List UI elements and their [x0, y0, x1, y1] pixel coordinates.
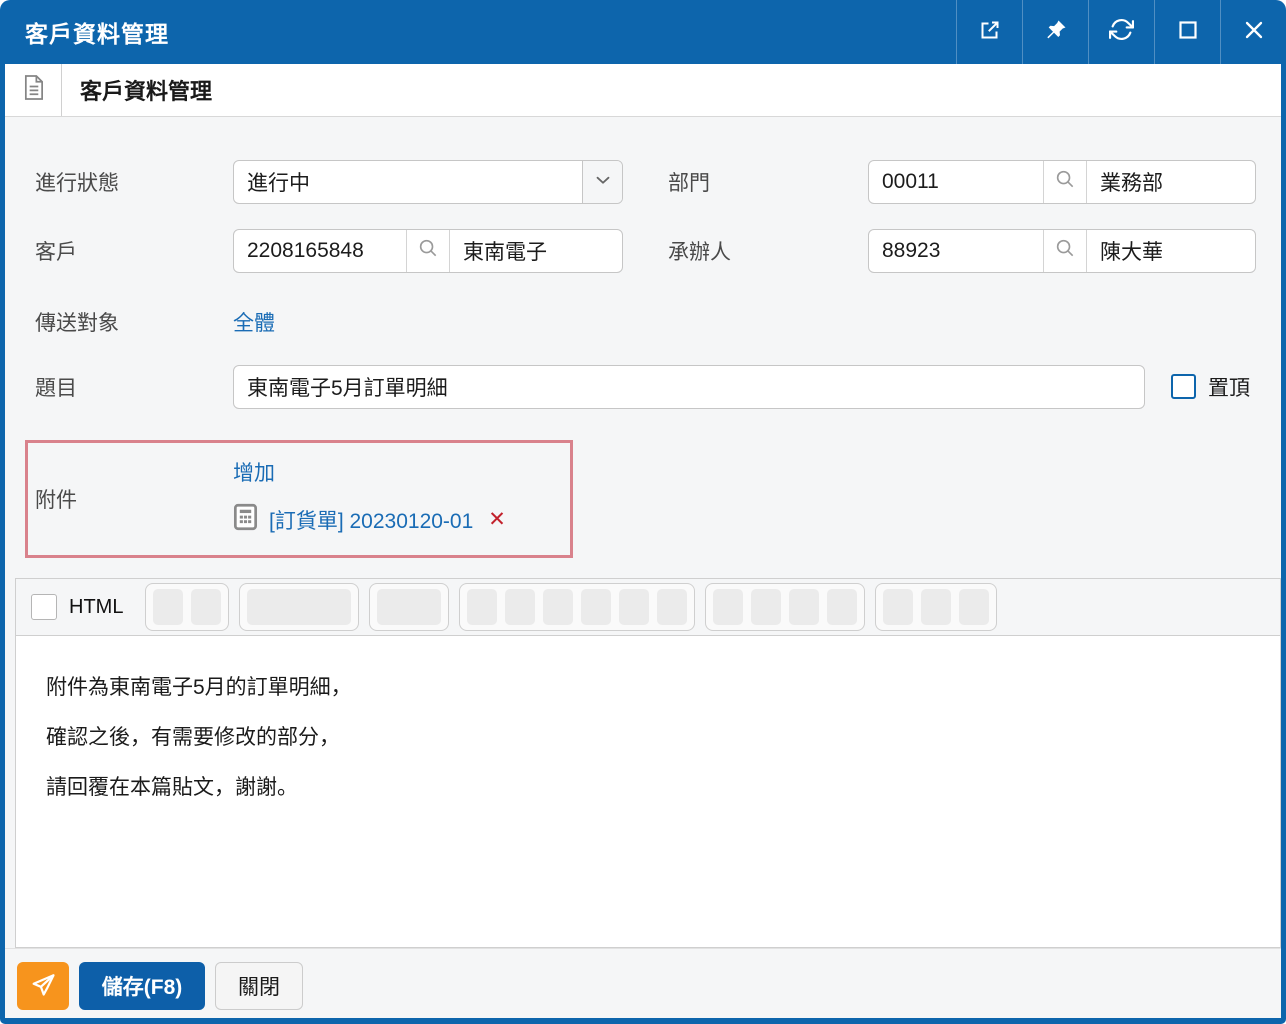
toolbar-group [369, 583, 449, 631]
attachment-section: 附件 增加 [訂貨單] 20230120-01 ✕ [25, 440, 573, 558]
attachment-file-link[interactable]: [訂貨單] 20230120-01 [269, 505, 473, 535]
toolbar-button-placeholder[interactable] [921, 589, 951, 625]
attachment-item: [訂貨單] 20230120-01 ✕ [233, 503, 506, 536]
close-icon [1242, 18, 1266, 47]
titlebar: 客戶資料管理 [0, 0, 1286, 64]
document-icon-cell [5, 64, 62, 116]
html-mode-label: HTML [69, 596, 123, 619]
customer-label: 客戶 [35, 229, 77, 273]
toolbar-button-placeholder[interactable] [883, 589, 913, 625]
editor-text-line: 請回覆在本篇貼文，謝謝。 [46, 763, 1250, 813]
department-code-input[interactable] [869, 161, 1043, 203]
toolbar-button-placeholder[interactable] [191, 589, 221, 625]
handler-search-button[interactable] [1043, 230, 1087, 272]
handler-code-input[interactable] [869, 230, 1043, 272]
dialog-body: 客戶資料管理 進行狀態 進行中 部門 [5, 64, 1281, 1018]
toolbar-button-placeholder[interactable] [543, 589, 573, 625]
page-title: 客戶資料管理 [62, 64, 212, 116]
recipient-link[interactable]: 全體 [233, 302, 275, 342]
status-label: 進行狀態 [35, 160, 119, 204]
editor-text-line: 附件為東南電子5月的訂單明細， [46, 663, 1250, 713]
status-select-arrow[interactable] [582, 161, 622, 203]
toolbar-group [875, 583, 997, 631]
save-button[interactable]: 儲存(F8) [79, 962, 205, 1010]
open-new-window-icon [978, 18, 1002, 47]
toolbar-group [145, 583, 229, 631]
search-icon [417, 237, 440, 265]
toolbar-button-placeholder[interactable] [657, 589, 687, 625]
toolbar-button-placeholder[interactable] [247, 589, 351, 625]
maximize-icon [1176, 18, 1200, 47]
close-dialog-button[interactable]: 關閉 [215, 962, 303, 1010]
toolbar-group [239, 583, 359, 631]
page-header: 客戶資料管理 [5, 64, 1281, 117]
toolbar-button-placeholder[interactable] [581, 589, 611, 625]
customer-name: 東南電子 [450, 230, 622, 272]
titlebar-actions [956, 0, 1286, 64]
toolbar-button-placeholder[interactable] [751, 589, 781, 625]
toolbar-group [459, 583, 695, 631]
pin-icon [1044, 18, 1068, 47]
subject-label: 題目 [35, 365, 77, 409]
toolbar-button-placeholder[interactable] [153, 589, 183, 625]
toolbar-button-placeholder[interactable] [713, 589, 743, 625]
toolbar-button-placeholder[interactable] [619, 589, 649, 625]
department-label: 部門 [668, 160, 710, 204]
handler-lookup: 陳大華 [868, 229, 1256, 273]
pin-top-label: 置頂 [1208, 365, 1250, 409]
editor-toolbar-groups [145, 583, 997, 631]
attachment-label: 附件 [35, 443, 77, 555]
chevron-down-icon [592, 169, 614, 196]
footer-divider [5, 948, 1281, 949]
paper-plane-icon [29, 970, 57, 1003]
html-mode-checkbox[interactable] [31, 594, 57, 620]
toolbar-button-placeholder[interactable] [377, 589, 441, 625]
search-icon [1054, 237, 1077, 265]
editor-text-line: 確認之後，有需要修改的部分， [46, 713, 1250, 763]
attachment-file-icon [233, 503, 258, 536]
close-button[interactable] [1220, 0, 1286, 64]
refresh-icon [1109, 17, 1134, 47]
toolbar-group [705, 583, 865, 631]
refresh-button[interactable] [1088, 0, 1154, 64]
handler-name: 陳大華 [1087, 230, 1255, 272]
status-select[interactable]: 進行中 [233, 160, 623, 204]
handler-label: 承辦人 [668, 229, 731, 273]
customer-code-input[interactable] [234, 230, 406, 272]
recipient-label: 傳送對象 [35, 302, 119, 342]
search-icon [1054, 168, 1077, 196]
toolbar-button-placeholder[interactable] [467, 589, 497, 625]
editor-content[interactable]: 附件為東南電子5月的訂單明細， 確認之後，有需要修改的部分， 請回覆在本篇貼文，… [16, 636, 1280, 840]
pin-top-checkbox[interactable] [1171, 374, 1196, 399]
attachment-add-link[interactable]: 增加 [233, 457, 275, 487]
toolbar-button-placeholder[interactable] [827, 589, 857, 625]
document-icon [22, 74, 45, 106]
customer-lookup: 東南電子 [233, 229, 623, 273]
window-title: 客戶資料管理 [0, 0, 956, 64]
customer-search-button[interactable] [406, 230, 450, 272]
maximize-button[interactable] [1154, 0, 1220, 64]
editor-toolbar: HTML [16, 579, 1280, 636]
attachment-remove-button[interactable]: ✕ [488, 507, 506, 532]
open-new-window-button[interactable] [956, 0, 1022, 64]
toolbar-button-placeholder[interactable] [505, 589, 535, 625]
subject-input[interactable] [233, 365, 1145, 409]
toolbar-button-placeholder[interactable] [959, 589, 989, 625]
toolbar-button-placeholder[interactable] [789, 589, 819, 625]
department-lookup: 業務部 [868, 160, 1256, 204]
status-select-value: 進行中 [234, 161, 582, 203]
dialog-window: 客戶資料管理 [0, 0, 1286, 1024]
send-button[interactable] [17, 962, 69, 1010]
content-editor: HTML 附件為東南電子5月的訂單明細， 確認之後，有需要修改的部分， 請回覆在… [15, 578, 1281, 948]
department-name: 業務部 [1087, 161, 1255, 203]
pin-button[interactable] [1022, 0, 1088, 64]
department-search-button[interactable] [1043, 161, 1087, 203]
